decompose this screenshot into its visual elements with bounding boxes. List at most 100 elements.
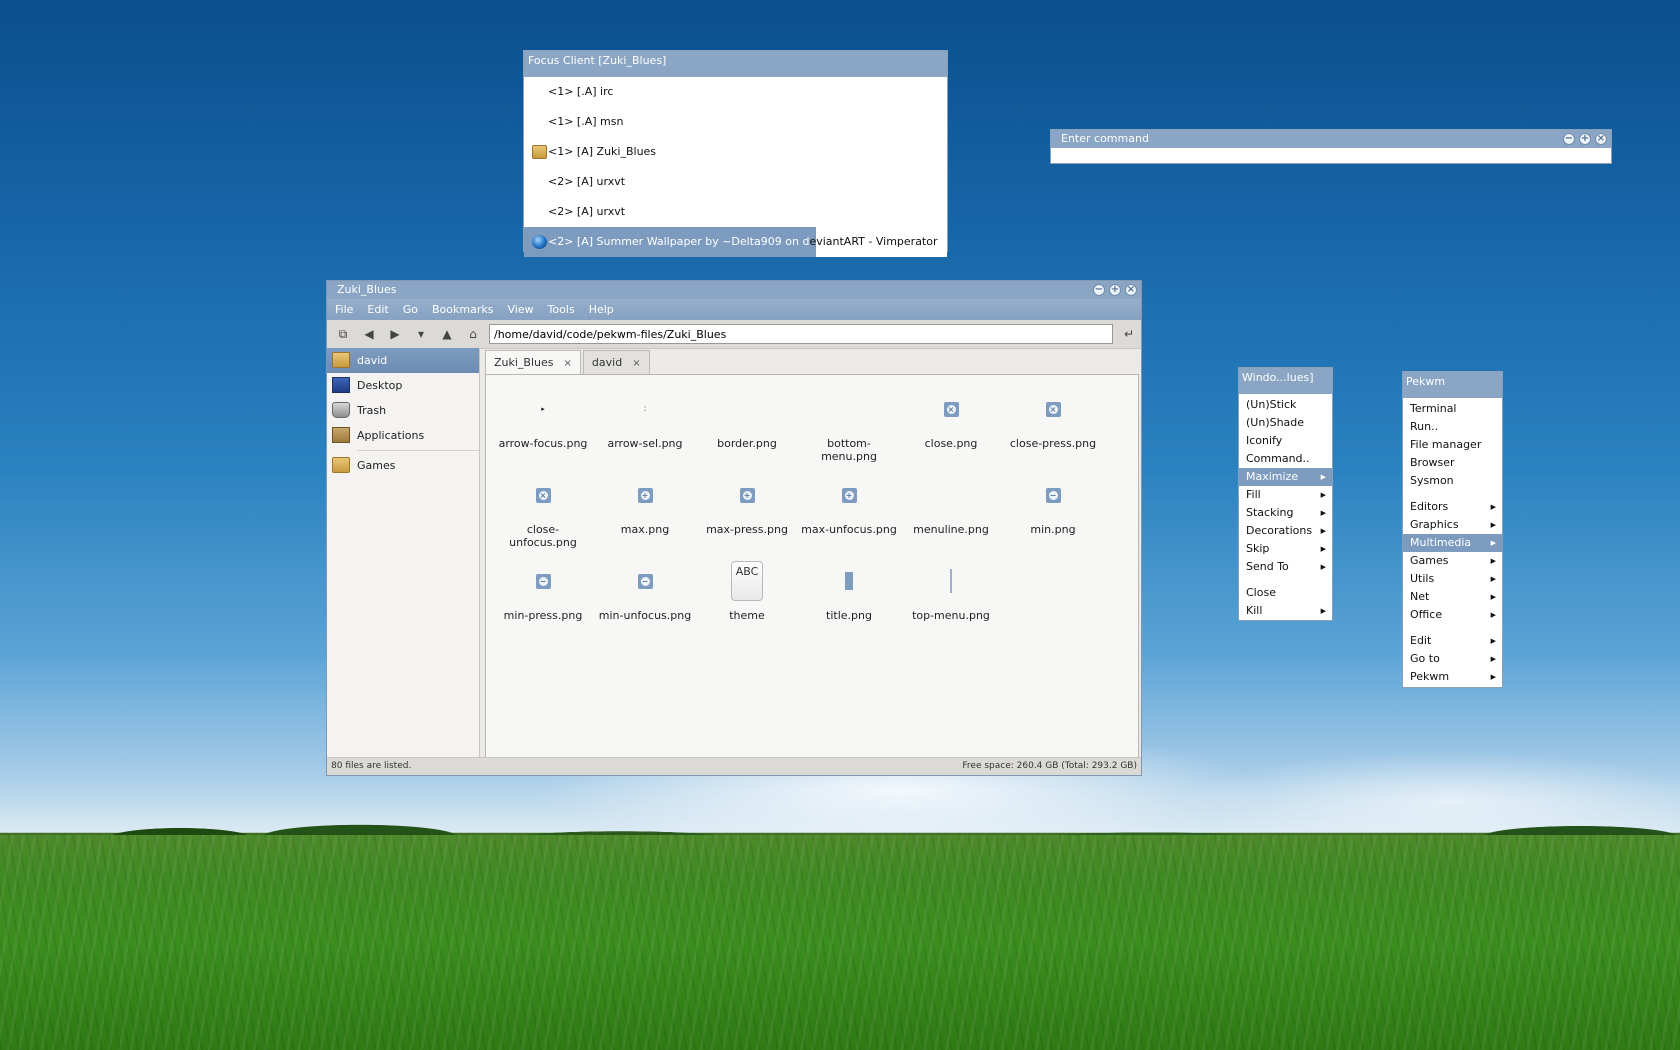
menu-item-sysmon[interactable]: Sysmon [1403,472,1502,490]
menu-item-multimedia[interactable]: Multimedia ▶ [1403,534,1502,552]
file-item[interactable]: + max-unfocus.png [798,479,900,565]
file-item[interactable]: menuline.png [900,479,1002,565]
sidebar-item-applications[interactable]: Applications [327,423,479,448]
menu-item-maximize[interactable]: Maximize ▶ [1239,468,1332,486]
sidebar-item-trash[interactable]: Trash [327,398,479,423]
menu-item-terminal[interactable]: Terminal [1403,400,1502,418]
command-window[interactable]: Enter command − + × [1050,129,1612,164]
forward-icon[interactable]: ▶ [385,324,405,344]
file-item[interactable]: + max-press.png [696,479,798,565]
file-item[interactable]: top-menu.png [900,565,1002,651]
menu-item-office[interactable]: Office ▶ [1403,606,1502,624]
menu-item-pekwm[interactable]: Pekwm ▶ [1403,668,1502,686]
file-manager-titlebar[interactable]: Zuki_Blues − + × [327,281,1141,299]
file-item[interactable]: × close-press.png [1002,393,1104,479]
maximize-icon[interactable]: + [1109,284,1121,296]
file-thumbnail: + [731,479,763,511]
menu-bookmarks[interactable]: Bookmarks [432,303,493,316]
command-input[interactable] [1051,148,1611,163]
file-item[interactable]: + max.png [594,479,696,565]
back-icon[interactable]: ◀ [359,324,379,344]
focus-client-item[interactable]: <1> [A] Zuki_Blues [524,137,947,167]
tab-david[interactable]: david × [582,350,650,375]
file-item[interactable]: bottom-menu.png [798,393,900,479]
file-item[interactable]: − min-press.png [492,565,594,651]
history-dropdown-icon[interactable]: ▾ [411,324,431,344]
globe-icon [532,235,547,249]
menu-item--un-shade[interactable]: (Un)Shade [1239,414,1332,432]
file-manager-window[interactable]: Zuki_Blues − + × File Edit Go Bookmarks View… [326,280,1142,776]
menu-item-stacking[interactable]: Stacking ▶ [1239,504,1332,522]
tab-zuki_blues[interactable]: Zuki_Blues × [485,350,581,375]
focus-client-item[interactable]: <2> [A] urxvt [524,197,947,227]
menu-edit[interactable]: Edit [367,303,388,316]
menu-item-kill[interactable]: Kill ▶ [1239,602,1332,620]
menu-tools[interactable]: Tools [548,303,575,316]
wheat-field [0,835,1680,1050]
icon-view[interactable]: ▸ arrow-focus.png: arrow-sel.png border.png… [485,374,1139,758]
file-item[interactable]: border.png [696,393,798,479]
menu-item-close[interactable]: Close [1239,584,1332,602]
menu-item-browser[interactable]: Browser [1403,454,1502,472]
focus-client-item[interactable]: <1> [.A] irc [524,77,947,107]
minimize-icon[interactable]: − [1093,284,1105,296]
root-menu[interactable]: Pekwm Terminal Run.. File manager Browser Sy… [1402,371,1503,688]
menu-item-fill[interactable]: Fill ▶ [1239,486,1332,504]
minimize-icon[interactable]: − [1563,133,1575,145]
menu-help[interactable]: Help [589,303,614,316]
menu-item-iconify[interactable]: Iconify [1239,432,1332,450]
chevron-right-icon: ▶ [1490,611,1496,619]
close-icon[interactable]: × [1125,284,1137,296]
close-icon[interactable]: × [1595,133,1607,145]
new-window-icon[interactable]: ⧉ [333,324,353,344]
focus-client-item[interactable]: <2> [A] Summer Wallpaper by ~Delta909 on… [524,227,947,257]
file-item[interactable]: − min.png [1002,479,1104,565]
file-item[interactable]: × close.png [900,393,1002,479]
focus-client-window[interactable]: Focus Client [Zuki_Blues] <1> [.A] irc <1… [523,50,948,257]
file-item[interactable]: × close-unfocus.png [492,479,594,565]
up-icon[interactable]: ▲ [437,324,457,344]
menu-item-command[interactable]: Command.. [1239,450,1332,468]
go-icon[interactable]: ↵ [1119,324,1139,344]
menu-item-editors[interactable]: Editors ▶ [1403,498,1502,516]
menu-item-decorations[interactable]: Decorations ▶ [1239,522,1332,540]
sidebar-item-games[interactable]: Games [327,453,479,478]
menu-item-label: Skip [1246,542,1270,555]
path-input[interactable] [489,324,1113,344]
maximize-icon[interactable]: + [1579,133,1591,145]
menu-item-games[interactable]: Games ▶ [1403,552,1502,570]
file-item[interactable]: title.png [798,565,900,651]
folder-icon [532,145,547,159]
close-icon[interactable]: × [564,358,572,369]
command-window-titlebar[interactable]: Enter command − + × [1051,130,1611,148]
theme-file-icon: ABC [731,561,763,601]
focus-client-label-tail: eviantART - Vimperator [809,235,938,248]
menu-item-go-to[interactable]: Go to ▶ [1403,650,1502,668]
focus-client-item[interactable]: <1> [.A] msn [524,107,947,137]
menu-item--un-stick[interactable]: (Un)Stick [1239,396,1332,414]
file-item[interactable]: − min-unfocus.png [594,565,696,651]
focus-client-item[interactable]: <2> [A] urxvt [524,167,947,197]
menu-item-file-manager[interactable]: File manager [1403,436,1502,454]
menu-file[interactable]: File [335,303,353,316]
menu-go[interactable]: Go [403,303,418,316]
menu-item-send-to[interactable]: Send To ▶ [1239,558,1332,576]
close-icon[interactable]: × [632,358,640,369]
trash-icon [332,402,350,418]
menu-item-graphics[interactable]: Graphics ▶ [1403,516,1502,534]
file-item[interactable]: : arrow-sel.png [594,393,696,479]
sidebar-item-david[interactable]: david [327,348,479,373]
menu-item-skip[interactable]: Skip ▶ [1239,540,1332,558]
home-icon[interactable]: ⌂ [463,324,483,344]
chevron-right-icon: ▶ [1320,491,1326,499]
menu-item-net[interactable]: Net ▶ [1403,588,1502,606]
sidebar-item-desktop[interactable]: Desktop [327,373,479,398]
chevron-right-icon: ▶ [1490,575,1496,583]
menu-item-edit[interactable]: Edit ▶ [1403,632,1502,650]
menu-item-run[interactable]: Run.. [1403,418,1502,436]
file-item[interactable]: ABC theme [696,561,798,651]
menu-item-utils[interactable]: Utils ▶ [1403,570,1502,588]
file-item[interactable]: ▸ arrow-focus.png [492,393,594,479]
menu-view[interactable]: View [507,303,533,316]
window-menu[interactable]: Windo...lues] (Un)Stick (Un)Shade Iconify C… [1238,367,1333,621]
